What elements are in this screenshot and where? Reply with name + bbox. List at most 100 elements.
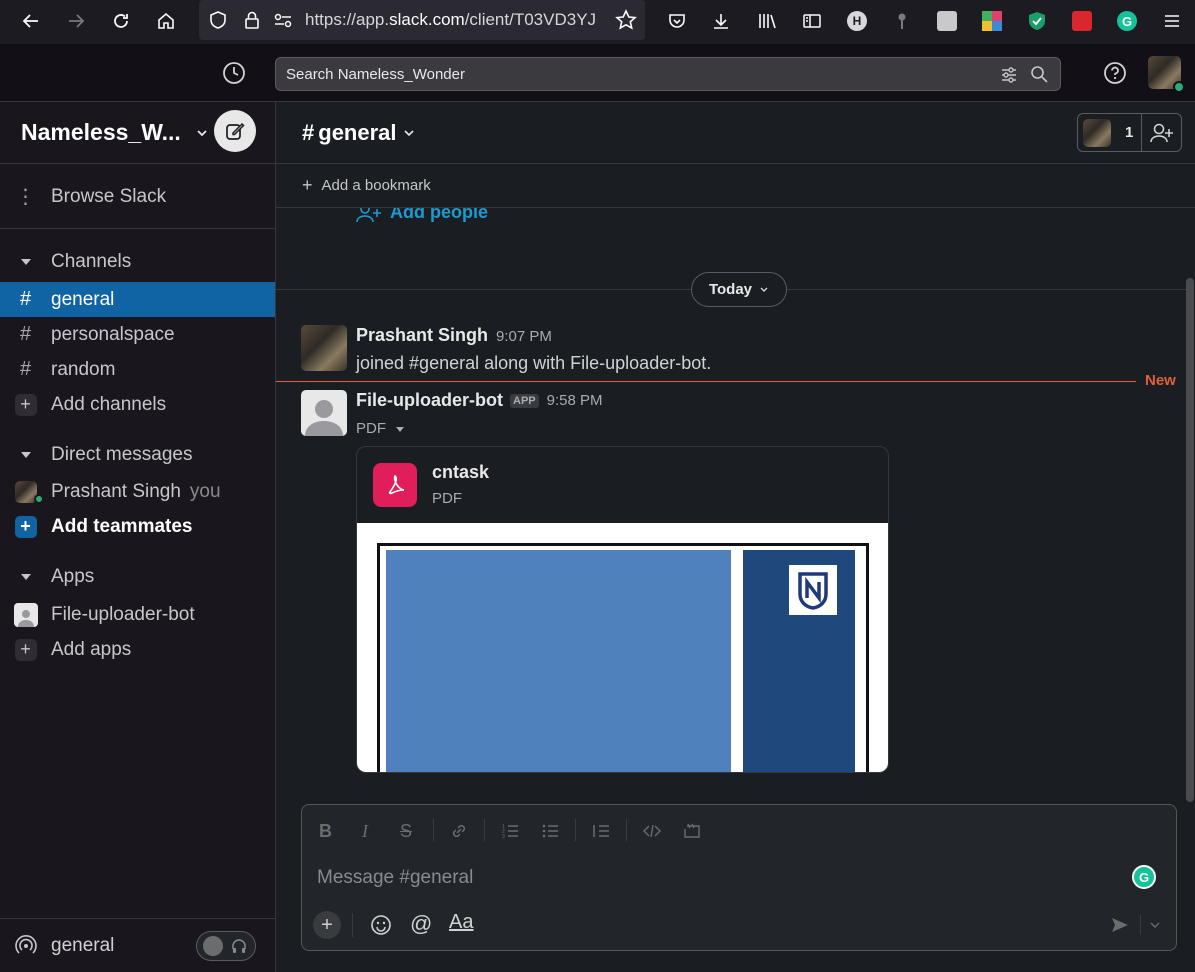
- bold-icon[interactable]: B: [319, 821, 332, 842]
- preview-cover-block: [386, 550, 731, 772]
- add-people-button[interactable]: Add people: [356, 208, 488, 223]
- extension-shield-icon[interactable]: [1026, 10, 1048, 32]
- caret-down-icon: [0, 255, 51, 269]
- extension-h-icon[interactable]: H: [846, 10, 868, 32]
- dm-section-header[interactable]: Direct messages: [0, 437, 275, 472]
- attach-plus-button[interactable]: +: [313, 911, 341, 939]
- reload-icon[interactable]: [105, 5, 137, 37]
- search-input[interactable]: Search Nameless_Wonder: [275, 57, 1061, 91]
- message-author[interactable]: File-uploader-bot: [356, 390, 503, 411]
- ordered-list-icon[interactable]: 123: [501, 822, 519, 840]
- extension-key-icon[interactable]: [891, 10, 913, 32]
- channel-view: # general 1 + Add a bookmark Add people …: [276, 102, 1195, 972]
- bot-avatar[interactable]: [301, 390, 347, 436]
- formatting-toggle-icon[interactable]: Aa: [449, 911, 473, 934]
- message-list: Add people Today Prashant Singh 9:07 PM …: [276, 208, 1195, 802]
- members-area: 1: [1077, 113, 1182, 152]
- hash-icon: #: [19, 323, 32, 345]
- sidebar-item-random[interactable]: # random: [0, 352, 275, 387]
- extension-wand-icon[interactable]: [1071, 10, 1093, 32]
- message-avatar[interactable]: [301, 325, 347, 371]
- date-divider-button[interactable]: Today: [691, 272, 787, 307]
- sidebar-item-personalspace[interactable]: # personalspace: [0, 317, 275, 352]
- pocket-icon[interactable]: [666, 10, 688, 32]
- grammarly-extension-icon[interactable]: G: [1116, 10, 1138, 32]
- member-count-button[interactable]: 1: [1078, 114, 1142, 151]
- forward-icon[interactable]: [60, 5, 92, 37]
- sidebar-item-dm-prashant[interactable]: Prashant Singh you: [0, 474, 275, 509]
- blockquote-icon[interactable]: [592, 822, 610, 840]
- toggle-knob: [203, 936, 223, 956]
- sidebar-item-general[interactable]: # general: [0, 282, 275, 317]
- code-icon[interactable]: [643, 822, 661, 840]
- back-icon[interactable]: [15, 5, 47, 37]
- app-label: File-uploader-bot: [51, 603, 195, 625]
- help-icon[interactable]: [1103, 61, 1127, 85]
- scrollbar[interactable]: [1186, 278, 1194, 802]
- history-icon[interactable]: [222, 61, 246, 85]
- member-count: 1: [1125, 124, 1134, 141]
- more-vertical-icon: ⋮: [15, 186, 36, 208]
- strikethrough-icon[interactable]: S: [400, 821, 412, 842]
- extension-color-icon[interactable]: [981, 10, 1003, 32]
- message-composer[interactable]: B I S 123 Message #general G + @ Aa: [301, 804, 1177, 951]
- send-icon[interactable]: [1110, 915, 1130, 935]
- channels-section-header[interactable]: Channels: [0, 244, 275, 279]
- message-time[interactable]: 9:58 PM: [547, 392, 603, 409]
- workspace-header[interactable]: Nameless_W...: [0, 102, 275, 164]
- sidebar-item-app-bot[interactable]: File-uploader-bot: [0, 597, 275, 632]
- file-type-toggle[interactable]: PDF: [356, 420, 406, 437]
- add-teammates-button[interactable]: + Add teammates: [0, 509, 275, 544]
- search-filter-icon[interactable]: [1000, 66, 1018, 84]
- emoji-icon[interactable]: [370, 914, 392, 936]
- file-attachment-card[interactable]: cntask PDF: [356, 446, 889, 773]
- add-bookmark-button[interactable]: + Add a bookmark: [276, 164, 1195, 208]
- code-block-icon[interactable]: [683, 822, 701, 840]
- add-user-icon: [1149, 123, 1173, 142]
- compose-button[interactable]: [214, 110, 256, 152]
- add-channels-button[interactable]: + Add channels: [0, 387, 275, 422]
- menu-icon[interactable]: [1161, 10, 1183, 32]
- university-logo: [789, 565, 837, 615]
- link-icon[interactable]: [450, 822, 468, 840]
- browse-slack[interactable]: ⋮ Browse Slack: [0, 179, 275, 214]
- caret-down-icon: [396, 426, 404, 432]
- toolbar-divider: [626, 819, 627, 841]
- send-options-chevron-icon[interactable]: [1149, 919, 1161, 931]
- browser-toolbar: https://app.slack.com/client/T03VD3YJ H …: [0, 0, 1195, 44]
- caret-down-icon: [0, 570, 51, 584]
- search-icon[interactable]: [1030, 65, 1048, 83]
- channel-label: general: [51, 288, 115, 310]
- apps-section-header[interactable]: Apps: [0, 559, 275, 594]
- file-name[interactable]: cntask: [432, 462, 489, 483]
- toolbar-divider: [433, 819, 434, 841]
- caret-down-icon: [0, 448, 51, 462]
- message-input-placeholder[interactable]: Message #general: [317, 867, 473, 889]
- add-apps-button[interactable]: + Add apps: [0, 632, 275, 667]
- huddle-broadcast-icon: [0, 934, 51, 957]
- workspace-name[interactable]: Nameless_W...: [21, 119, 181, 146]
- library-icon[interactable]: [756, 10, 778, 32]
- sidebar-toggle-icon[interactable]: [801, 10, 823, 32]
- bookmark-star-icon[interactable]: [615, 9, 637, 31]
- chevron-down-icon[interactable]: [195, 126, 209, 140]
- home-icon[interactable]: [150, 5, 182, 37]
- channel-title-button[interactable]: # general: [302, 120, 415, 146]
- message-author[interactable]: Prashant Singh: [356, 325, 488, 346]
- bot-avatar-icon: [305, 400, 343, 436]
- url-bar[interactable]: https://app.slack.com/client/T03VD3YJ: [199, 0, 645, 40]
- message-header: File-uploader-bot APP 9:58 PM: [356, 390, 603, 411]
- extension-tab-icon[interactable]: [936, 10, 958, 32]
- mention-icon[interactable]: @: [410, 911, 432, 937]
- permissions-icon[interactable]: [273, 10, 293, 30]
- italic-icon[interactable]: I: [362, 821, 368, 842]
- browse-slack-label: Browse Slack: [51, 185, 167, 207]
- grammarly-icon[interactable]: G: [1132, 865, 1156, 889]
- message-time[interactable]: 9:07 PM: [496, 328, 552, 345]
- add-member-button[interactable]: [1142, 114, 1181, 151]
- apps-heading: Apps: [51, 565, 95, 587]
- file-preview[interactable]: [357, 523, 888, 772]
- download-icon[interactable]: [710, 10, 732, 32]
- bulleted-list-icon[interactable]: [541, 822, 559, 840]
- huddle-toggle[interactable]: [196, 931, 256, 961]
